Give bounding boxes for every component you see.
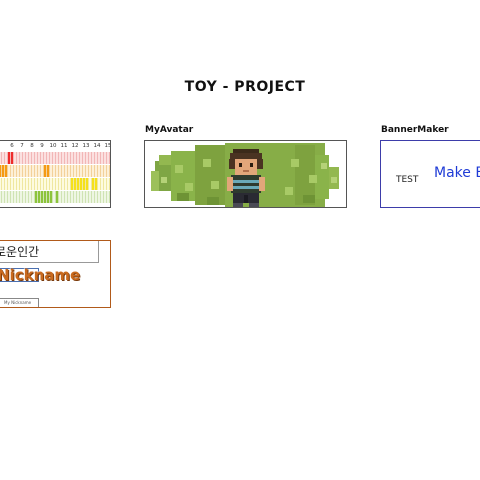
grid-header-number: 10 <box>49 143 57 149</box>
banner-test-text: TEST <box>396 175 419 185</box>
grid-header-number: 12 <box>71 143 79 149</box>
nickname-input: My Nickname <box>0 298 39 307</box>
grid-header-number: 15 <box>104 143 111 149</box>
project-card-nickname[interactable]: 로운인간 Nickname My Nickname <box>0 240 111 308</box>
grid-header-number: 14 <box>93 143 101 149</box>
project-card-grid[interactable]: 6 7 8 9 10 11 12 13 14 15 <box>0 140 111 208</box>
page: TOY - PROJECT 6 7 8 9 10 11 12 13 14 15 … <box>0 0 480 480</box>
grid-header-number: 8 <box>30 143 34 149</box>
grid-header-number: 11 <box>60 143 68 149</box>
card-title-avatar: MyAvatar <box>145 125 194 135</box>
grid-row <box>0 178 110 190</box>
nickname-text: Nickname <box>0 266 81 284</box>
grid-cell <box>109 165 110 177</box>
grid-header-number: 6 <box>10 143 14 149</box>
grid-row <box>0 165 110 177</box>
banner-make-text: Make B <box>434 165 480 181</box>
grid-header-number: 7 <box>20 143 24 149</box>
grid-cell <box>109 178 110 190</box>
project-card-avatar[interactable] <box>144 140 347 208</box>
card-title-banner: BannerMaker <box>381 125 449 135</box>
grid-row <box>0 191 110 203</box>
grid-header-number: 9 <box>40 143 44 149</box>
project-card-banner[interactable]: TEST Make B <box>380 140 480 208</box>
grid-header-number: 13 <box>82 143 90 149</box>
page-title: TOY - PROJECT <box>184 79 306 95</box>
avatar-thumbnail <box>145 141 346 207</box>
nickname-top-text: 로운인간 <box>0 245 40 259</box>
grid-header: 6 7 8 9 10 11 12 13 14 15 <box>0 142 111 151</box>
grid-row <box>0 152 110 164</box>
nickname-top-field: 로운인간 <box>0 241 99 263</box>
grid-cell <box>109 191 110 203</box>
grid-cell <box>109 152 110 164</box>
